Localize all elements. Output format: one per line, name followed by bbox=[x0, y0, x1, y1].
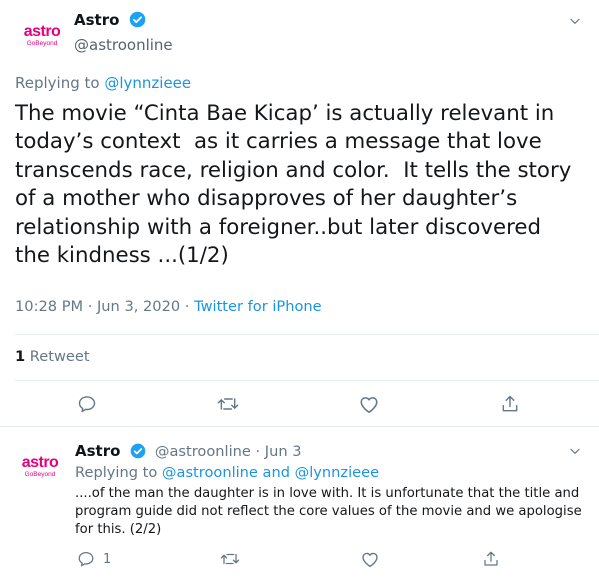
tweet-text: ....of the man the daughter is in love w… bbox=[75, 486, 582, 537]
like-button[interactable] bbox=[358, 394, 380, 414]
avatar[interactable]: astro GoBeyond bbox=[12, 447, 68, 487]
chevron-down-icon[interactable] bbox=[568, 444, 582, 458]
retweet-icon bbox=[220, 553, 240, 565]
replying-prefix: Replying to bbox=[75, 464, 158, 481]
tweet-timestamp[interactable]: 10:28 PM · Jun 3, 2020 · bbox=[15, 298, 194, 315]
tweet-actions: 1 bbox=[0, 550, 599, 578]
retweet-count: 1 bbox=[15, 348, 26, 365]
retweet-stats[interactable]: 1 Retweet bbox=[15, 348, 90, 365]
share-icon bbox=[502, 395, 518, 412]
avatar[interactable]: astro GoBeyond bbox=[14, 16, 70, 56]
like-icon bbox=[362, 552, 378, 568]
handle[interactable]: @astroonline bbox=[74, 36, 173, 54]
reply-icon bbox=[78, 396, 96, 413]
avatar-brand: astro bbox=[21, 454, 59, 471]
divider bbox=[0, 426, 599, 427]
display-name-text: Astro bbox=[75, 442, 121, 460]
verified-icon bbox=[130, 443, 145, 459]
chevron-down-icon[interactable] bbox=[568, 14, 582, 28]
share-icon bbox=[484, 551, 498, 566]
tweet-actions bbox=[0, 392, 599, 420]
verified-icon bbox=[129, 11, 145, 28]
retweet-button[interactable] bbox=[220, 550, 240, 568]
share-button[interactable] bbox=[482, 550, 500, 568]
like-icon bbox=[360, 397, 378, 413]
like-button[interactable] bbox=[360, 550, 380, 568]
replying-to-link[interactable]: @astroonline and @lynnzieee bbox=[162, 464, 379, 481]
reply-button[interactable]: 1 bbox=[77, 550, 111, 568]
divider bbox=[15, 380, 599, 381]
display-name[interactable]: Astro bbox=[74, 11, 146, 29]
display-name[interactable]: Astro bbox=[75, 442, 151, 460]
handle-date[interactable]: @astroonline · Jun 3 bbox=[155, 443, 302, 460]
avatar-tagline: GoBeyond bbox=[24, 471, 56, 478]
divider bbox=[15, 334, 599, 335]
reply-header: Astro @astroonline · Jun 3 bbox=[75, 442, 302, 460]
main-tweet: astro GoBeyond Astro @astroonline Replyi… bbox=[0, 0, 599, 425]
reply-icon bbox=[78, 551, 94, 567]
tweet-text: The movie “Cinta Bae Kicap’ is actually … bbox=[15, 101, 579, 269]
share-button[interactable] bbox=[500, 394, 520, 414]
retweet-label: Retweet bbox=[29, 348, 90, 365]
tweet-meta: 10:28 PM · Jun 3, 2020 · Twitter for iPh… bbox=[15, 298, 322, 315]
display-name-text: Astro bbox=[74, 11, 120, 29]
replying-to: Replying to @astroonline and @lynnzieee bbox=[75, 464, 379, 481]
retweet-button[interactable] bbox=[217, 394, 239, 414]
replying-to-link[interactable]: @lynnzieee bbox=[104, 74, 191, 92]
replying-to: Replying to @lynnzieee bbox=[15, 74, 191, 92]
avatar-brand: astro bbox=[23, 23, 61, 40]
tweet-source[interactable]: Twitter for iPhone bbox=[194, 298, 322, 315]
replying-prefix: Replying to bbox=[15, 74, 100, 92]
retweet-icon bbox=[217, 398, 239, 410]
reply-button[interactable] bbox=[77, 394, 97, 414]
avatar-tagline: GoBeyond bbox=[26, 40, 58, 47]
reply-count: 1 bbox=[103, 551, 112, 567]
